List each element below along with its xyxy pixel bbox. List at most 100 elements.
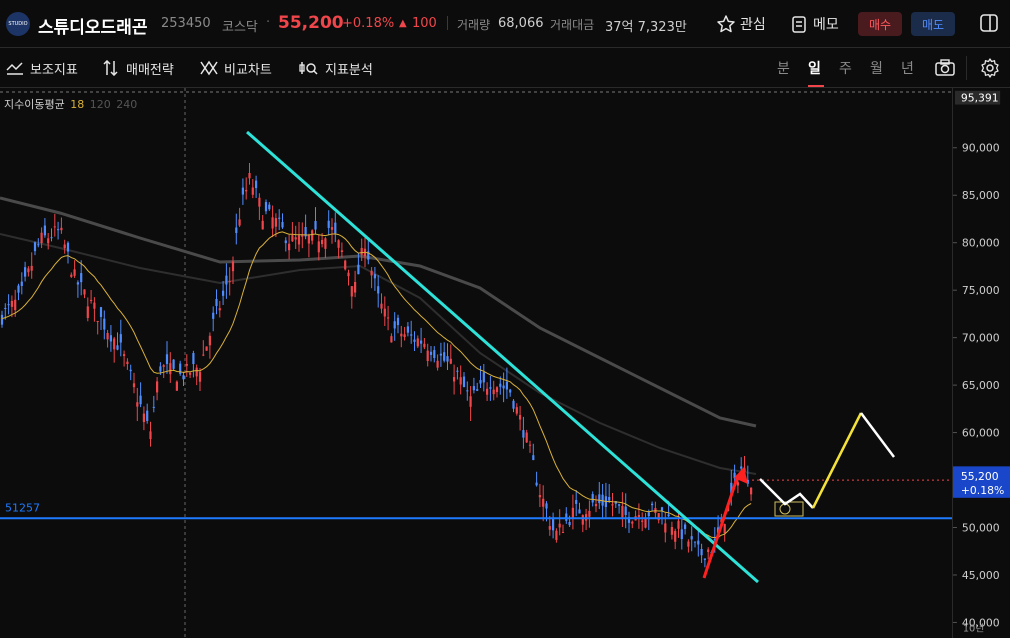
candle-body bbox=[535, 482, 538, 486]
candle-body bbox=[238, 219, 241, 226]
candle-body bbox=[50, 237, 53, 239]
candle-body bbox=[156, 381, 159, 393]
period-year[interactable]: 년 bbox=[901, 58, 914, 78]
period-month[interactable]: 월 bbox=[870, 58, 883, 78]
candle-body bbox=[347, 272, 350, 277]
candle-body bbox=[321, 239, 324, 245]
candle-body bbox=[248, 173, 251, 179]
candle-body bbox=[73, 269, 76, 276]
candle-body bbox=[608, 497, 611, 501]
analysis-button[interactable]: 지표분석 bbox=[299, 58, 373, 78]
candle-body bbox=[271, 217, 274, 229]
sell-button[interactable]: 매도 bbox=[911, 12, 955, 36]
period-week[interactable]: 주 bbox=[839, 58, 852, 78]
candle-body bbox=[377, 286, 380, 294]
candle-body bbox=[297, 235, 301, 245]
candle-body bbox=[400, 333, 403, 337]
candle-body bbox=[489, 387, 492, 389]
stock-header: STUDIO 스튜디오드래곤 253450 코스닥 · 55,200 +0.18… bbox=[0, 0, 1010, 48]
candle-body bbox=[660, 507, 664, 511]
candle-body bbox=[261, 220, 264, 230]
candle-body bbox=[334, 222, 337, 234]
candle-body bbox=[278, 217, 281, 219]
candle-body bbox=[466, 390, 469, 392]
candle-body bbox=[631, 521, 634, 524]
candle-body bbox=[413, 339, 416, 342]
candle-body bbox=[66, 242, 70, 252]
candle-body bbox=[43, 225, 46, 236]
candle-body bbox=[99, 307, 103, 317]
candle-body bbox=[750, 487, 753, 495]
candle-body bbox=[453, 377, 456, 382]
candle-body bbox=[40, 232, 43, 244]
volume-label: 거래량 bbox=[457, 18, 491, 32]
candle-body bbox=[637, 515, 640, 517]
camera-icon[interactable] bbox=[934, 58, 956, 82]
candle-body bbox=[106, 332, 109, 340]
candle-body bbox=[462, 376, 466, 387]
candle-body bbox=[228, 281, 231, 283]
volume-value: 68,066 bbox=[498, 16, 544, 31]
axis-tick-label: 80,000 bbox=[962, 237, 1000, 250]
stock-logo: STUDIO bbox=[6, 12, 30, 36]
axis-tick-label: 70,000 bbox=[962, 332, 1000, 345]
strategy-button[interactable]: 매매전략 bbox=[102, 58, 174, 78]
candle-body bbox=[93, 302, 96, 309]
ma-legend-120: 120 bbox=[89, 98, 111, 111]
candle-body bbox=[611, 504, 614, 506]
period-day[interactable]: 일 bbox=[808, 58, 821, 78]
candle-body bbox=[288, 243, 291, 251]
candle-body bbox=[522, 430, 525, 438]
watch-button[interactable]: 관심 bbox=[716, 12, 766, 36]
indicator-button[interactable]: 보조지표 bbox=[6, 58, 78, 78]
candle-body bbox=[499, 383, 502, 387]
candle-body bbox=[314, 220, 317, 230]
axis-tick-label: 45,000 bbox=[962, 569, 1000, 582]
projection-white-1 bbox=[759, 478, 814, 509]
candle-body bbox=[459, 377, 462, 385]
candle-body bbox=[159, 366, 162, 372]
candle-body bbox=[139, 395, 142, 405]
candle-body bbox=[7, 304, 10, 306]
ma-120-line bbox=[0, 233, 757, 475]
candle-body bbox=[165, 354, 169, 364]
candle-body bbox=[697, 540, 700, 545]
candle-body bbox=[373, 274, 376, 279]
candle-body bbox=[380, 303, 383, 309]
candle-body bbox=[433, 350, 436, 358]
axis-tick-label: 65,000 bbox=[962, 379, 1000, 392]
stock-name[interactable]: 스튜디오드래곤 bbox=[38, 13, 147, 38]
compare-button[interactable]: 비교차트 bbox=[200, 58, 272, 78]
candle-body bbox=[90, 299, 93, 301]
candle-body bbox=[14, 299, 17, 311]
candle-body bbox=[324, 238, 327, 249]
candle-body bbox=[690, 536, 693, 540]
candle-body bbox=[80, 273, 83, 283]
candle-body bbox=[436, 360, 439, 368]
period-minute[interactable]: 분 bbox=[777, 58, 790, 78]
candle-body bbox=[684, 524, 687, 529]
candle-body bbox=[416, 338, 419, 347]
candle-body bbox=[581, 515, 584, 525]
candle-body bbox=[525, 432, 528, 443]
current-pct-label: +0.18% bbox=[961, 484, 1004, 497]
candle-body bbox=[198, 371, 202, 382]
settings-gear-icon[interactable] bbox=[979, 57, 1001, 83]
candle-body bbox=[519, 415, 522, 420]
candle-body bbox=[492, 389, 495, 395]
candle-body bbox=[231, 261, 235, 272]
candle-body bbox=[558, 523, 561, 528]
candle-body bbox=[83, 289, 86, 295]
side-panel-icon[interactable] bbox=[978, 12, 1000, 38]
axis-tick-label: 85,000 bbox=[962, 189, 1000, 202]
candle-body bbox=[621, 505, 624, 518]
buy-button[interactable]: 매수 bbox=[858, 12, 902, 36]
candle-body bbox=[245, 190, 248, 192]
candle-body bbox=[350, 286, 353, 297]
candle-body bbox=[24, 267, 27, 277]
change-value: 100 bbox=[412, 16, 437, 31]
candle-body bbox=[651, 503, 654, 506]
price-chart[interactable]: 51257 bbox=[0, 88, 952, 638]
memo-button[interactable]: 메모 bbox=[789, 12, 839, 36]
candle-body bbox=[195, 367, 198, 377]
